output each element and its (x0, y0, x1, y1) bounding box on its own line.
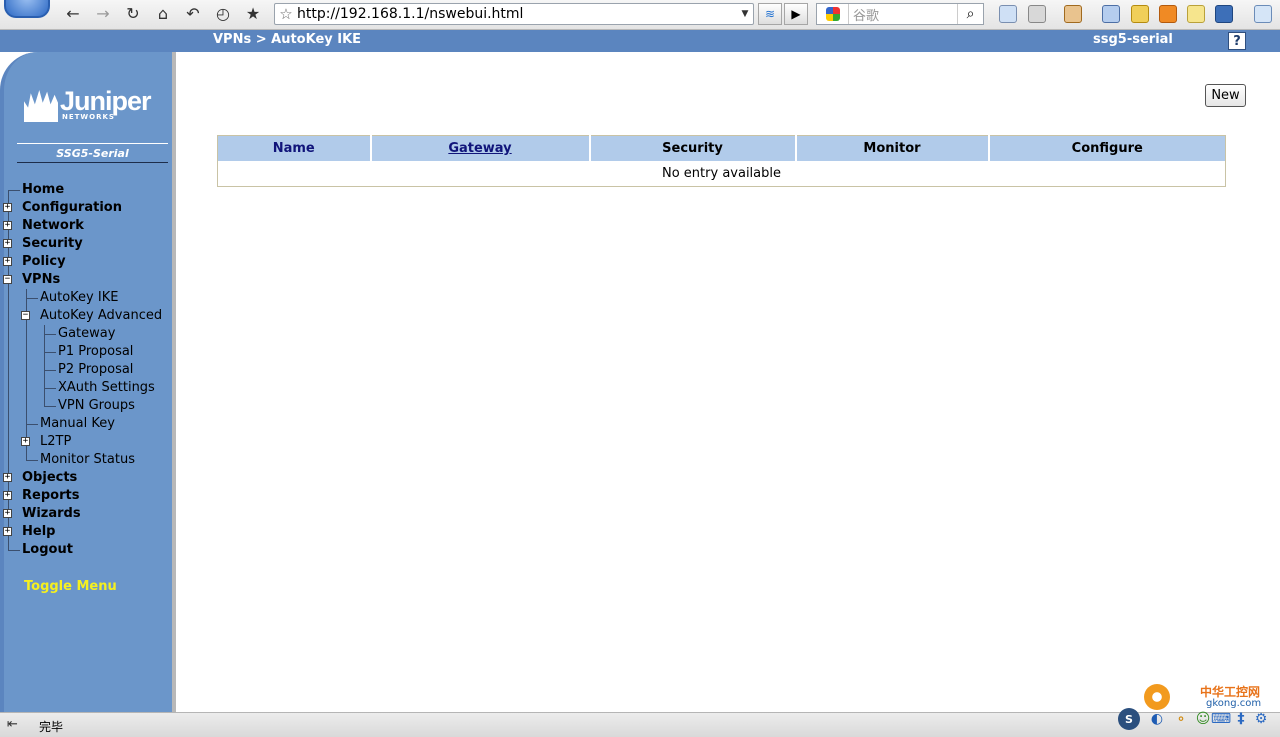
nav-help[interactable]: Help (22, 523, 55, 541)
expand-icon[interactable]: + (21, 437, 30, 446)
empty-message: No entry available (662, 165, 781, 181)
url-text[interactable]: http://192.168.1.1/nswebui.html (297, 6, 737, 22)
nav-vpns[interactable]: VPNs (22, 271, 60, 289)
tree-line (26, 460, 38, 461)
device-name: ssg5-serial (1093, 32, 1173, 47)
nav-tree: + + + + − − + + + + + Home Configuration… (0, 0, 172, 712)
download-icon[interactable] (1254, 5, 1272, 23)
tree-line (44, 370, 56, 371)
ime-tray: S ◐ ∘ ☺ ⌨ ‡ ⚙ (1116, 708, 1276, 734)
gear-logo-icon (1144, 684, 1170, 710)
ime-punct-icon[interactable]: ∘ (1170, 708, 1192, 730)
collapse-icon[interactable]: − (21, 311, 30, 320)
address-bar[interactable]: ☆ http://192.168.1.1/nswebui.html ▼ (274, 3, 754, 25)
column-header-name: Name (217, 135, 372, 161)
nav-policy[interactable]: Policy (22, 253, 66, 271)
collapse-icon[interactable]: − (3, 275, 12, 284)
column-header-monitor: Monitor (795, 135, 990, 161)
ime-language-icon[interactable]: ◐ (1146, 708, 1168, 730)
nav-objects[interactable]: Objects (22, 469, 77, 487)
expand-icon[interactable]: + (3, 509, 12, 518)
status-text: 完毕 (39, 720, 64, 734)
tree-line (8, 190, 20, 191)
toggle-menu-link[interactable]: Toggle Menu (24, 579, 117, 594)
keyboard-icon[interactable]: ⌨ (1210, 708, 1232, 730)
help-button[interactable]: ? (1228, 32, 1246, 50)
sort-gateway-link[interactable]: Gateway (448, 141, 511, 156)
search-input[interactable]: 谷歌 (849, 5, 957, 24)
bookmark-star-icon[interactable]: ★ (241, 3, 265, 25)
nav-xauth-settings[interactable]: XAuth Settings (58, 379, 155, 397)
nav-reports[interactable]: Reports (22, 487, 79, 505)
nav-security[interactable]: Security (22, 235, 83, 253)
search-icon[interactable]: ⌕ (957, 4, 983, 24)
column-header-configure: Configure (988, 135, 1226, 161)
expand-icon[interactable]: + (3, 221, 12, 230)
tree-line (8, 550, 20, 551)
expand-icon[interactable]: + (3, 203, 12, 212)
history-icon[interactable]: ◴ (211, 3, 235, 25)
autokey-ike-table: Name Gateway Security Monitor Configure … (217, 135, 1226, 187)
search-engine-icon[interactable] (817, 4, 849, 24)
tree-line (44, 406, 56, 407)
edit-icon[interactable] (999, 5, 1017, 23)
compat-mode-icon[interactable]: ≋ (758, 3, 782, 25)
tree-line (26, 298, 38, 299)
column-header-gateway[interactable]: Gateway (370, 135, 591, 161)
nav-p1-proposal[interactable]: P1 Proposal (58, 343, 133, 361)
ime-logo-icon[interactable]: S (1118, 708, 1140, 730)
go-icon[interactable]: ▶ (784, 3, 808, 25)
tree-line (44, 325, 45, 406)
new-button[interactable]: New (1205, 84, 1246, 107)
nav-vpn-groups[interactable]: VPN Groups (58, 397, 135, 415)
chevron-down-icon[interactable]: ▼ (737, 9, 753, 19)
nav-network[interactable]: Network (22, 217, 84, 235)
search-box[interactable]: 谷歌 ⌕ (816, 3, 984, 25)
translate-icon[interactable] (1064, 5, 1082, 23)
favorite-star-icon[interactable]: ☆ (275, 5, 297, 23)
tree-line (44, 352, 56, 353)
undo-icon[interactable]: ↶ (181, 3, 205, 25)
nav-p2-proposal[interactable]: P2 Proposal (58, 361, 133, 379)
nav-l2tp[interactable]: L2TP (40, 433, 71, 451)
microphone-icon[interactable]: ‡ (1230, 708, 1252, 730)
notes-icon[interactable] (1187, 5, 1205, 23)
tree-line (44, 334, 56, 335)
tree-line (44, 388, 56, 389)
table-header-row: Name Gateway Security Monitor Configure (217, 135, 1226, 161)
nav-gateway[interactable]: Gateway (58, 325, 115, 343)
sidebar-edge (172, 52, 176, 712)
breadcrumb: VPNs > AutoKey IKE (213, 32, 362, 47)
camera-icon[interactable] (1028, 5, 1046, 23)
nav-manual-key[interactable]: Manual Key (40, 415, 115, 433)
nav-monitor-status[interactable]: Monitor Status (40, 451, 135, 469)
nav-configuration[interactable]: Configuration (22, 199, 122, 217)
rss-icon[interactable] (1159, 5, 1177, 23)
nav-wizards[interactable]: Wizards (22, 505, 81, 523)
expand-icon[interactable]: + (3, 239, 12, 248)
nav-autokey-ike[interactable]: AutoKey IKE (40, 289, 118, 307)
nav-autokey-advanced[interactable]: AutoKey Advanced (40, 307, 162, 325)
browser-toolbar: ← → ↻ ⌂ ↶ ◴ ★ ☆ http://192.168.1.1/nsweb… (0, 0, 1280, 30)
expand-icon[interactable]: + (3, 527, 12, 536)
tree-line (26, 424, 38, 425)
nav-home[interactable]: Home (22, 181, 64, 199)
expand-icon[interactable]: + (3, 257, 12, 266)
tools-icon[interactable] (1131, 5, 1149, 23)
nav-logout[interactable]: Logout (22, 541, 73, 559)
header-strip: VPNs > AutoKey IKE ssg5-serial ? (0, 30, 1280, 52)
gear-icon[interactable]: ⚙ (1250, 708, 1272, 730)
status-arrow-icon[interactable]: ⇤ (7, 717, 18, 732)
table-row: No entry available (218, 161, 1226, 187)
column-header-security: Security (589, 135, 797, 161)
skin-icon[interactable] (1215, 5, 1233, 23)
expand-icon[interactable]: + (3, 473, 12, 482)
status-bar: ⇤ 完毕 (0, 712, 1280, 737)
expand-icon[interactable]: + (3, 491, 12, 500)
zoom-icon[interactable] (1102, 5, 1120, 23)
